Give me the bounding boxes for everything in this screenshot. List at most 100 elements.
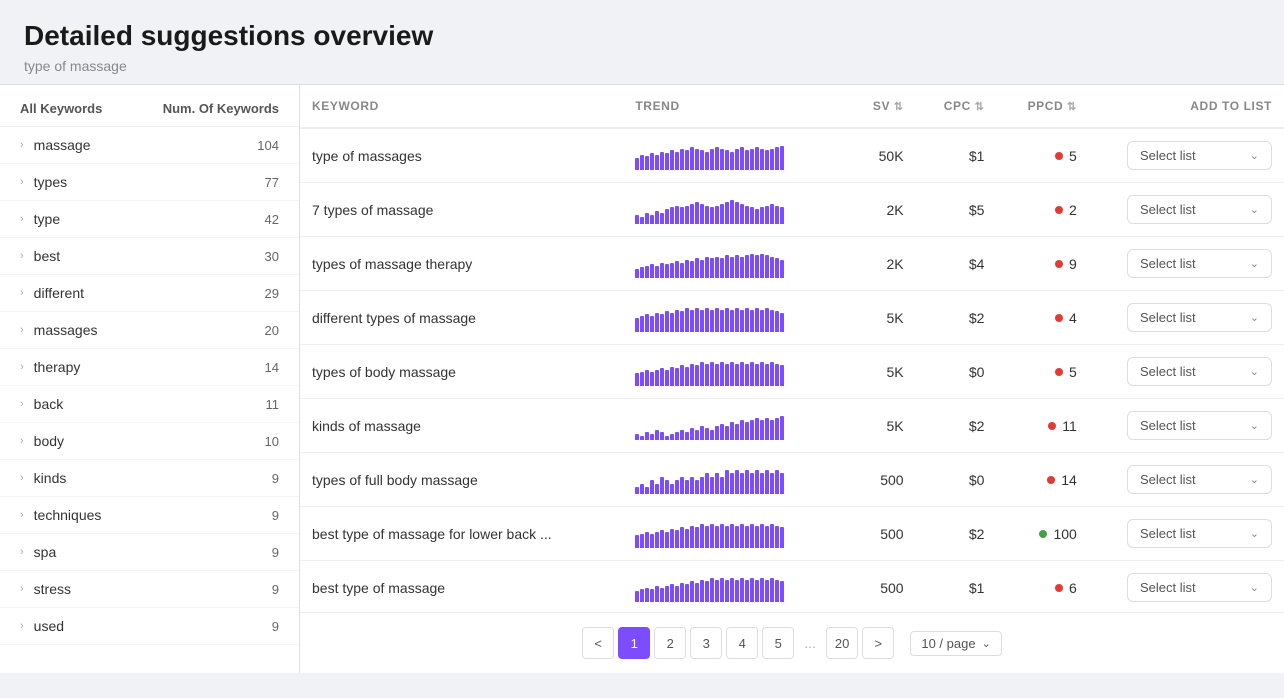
trend-bar <box>690 581 694 602</box>
trend-bar <box>710 207 714 224</box>
trend-bar <box>685 432 689 440</box>
sidebar-item[interactable]: › kinds 9 <box>0 460 299 497</box>
trend-bar <box>670 529 674 548</box>
pagination-page-3[interactable]: 3 <box>690 627 722 659</box>
chevron-right-icon: › <box>20 509 24 521</box>
sidebar-item[interactable]: › massage 104 <box>0 127 299 164</box>
trend-bar <box>750 310 754 332</box>
ppcd-dot <box>1055 152 1063 160</box>
sidebar-item-label: spa <box>34 544 272 560</box>
trend-bar <box>755 418 759 440</box>
trend-bar <box>675 432 679 440</box>
trend-bar <box>740 420 744 440</box>
trend-bar <box>655 370 659 386</box>
trend-bar <box>695 583 699 602</box>
trend-bar <box>720 149 724 170</box>
trend-bar <box>690 477 694 494</box>
trend-bar <box>740 204 744 224</box>
per-page-selector[interactable]: 10 / page⌄ <box>910 631 1001 656</box>
trend-bar <box>780 260 784 278</box>
select-list-button[interactable]: Select list ⌄ <box>1127 141 1272 170</box>
trend-bar <box>650 534 654 548</box>
trend-bar <box>715 257 719 278</box>
trend-bar <box>735 580 739 602</box>
trend-bar <box>635 591 639 602</box>
chevron-down-icon: ⌄ <box>1250 527 1259 540</box>
select-list-button[interactable]: Select list ⌄ <box>1127 249 1272 278</box>
keyword-text: kinds of massage <box>312 418 421 434</box>
trend-bar <box>680 365 684 386</box>
select-list-button[interactable]: Select list ⌄ <box>1127 195 1272 224</box>
trend-bar <box>750 578 754 602</box>
trend-bar <box>655 313 659 332</box>
sidebar-item[interactable]: › spa 9 <box>0 534 299 571</box>
sidebar-item[interactable]: › techniques 9 <box>0 497 299 534</box>
trend-bar <box>665 370 669 386</box>
sidebar-item[interactable]: › therapy 14 <box>0 349 299 386</box>
ppcd-value: 4 <box>1069 310 1077 326</box>
col-header-cpc[interactable]: CPC <box>916 85 997 128</box>
select-list-button[interactable]: Select list ⌄ <box>1127 519 1272 548</box>
sidebar-item[interactable]: › massages 20 <box>0 312 299 349</box>
chevron-right-icon: › <box>20 435 24 447</box>
col-header-ppcd[interactable]: PPCD <box>996 85 1088 128</box>
trend-bar <box>655 266 659 278</box>
ppcd-value: 14 <box>1061 472 1077 488</box>
pagination-page-4[interactable]: 4 <box>726 627 758 659</box>
trend-bar <box>675 368 679 386</box>
trend-bar <box>720 477 724 494</box>
sidebar-item-label: types <box>34 174 265 190</box>
trend-bar <box>695 202 699 224</box>
trend-bar <box>725 426 729 440</box>
trend-bar <box>720 424 724 440</box>
trend-bar <box>665 532 669 548</box>
trend-bar <box>730 152 734 170</box>
trend-bar <box>640 372 644 386</box>
trend-bar <box>740 578 744 602</box>
sv-value: 2K <box>823 183 915 237</box>
sidebar-item[interactable]: › body 10 <box>0 423 299 460</box>
sidebar-item[interactable]: › type 42 <box>0 201 299 238</box>
trend-chart <box>635 142 811 170</box>
sidebar-item[interactable]: › back 11 <box>0 386 299 423</box>
ppcd-dot <box>1055 260 1063 268</box>
trend-bar <box>730 310 734 332</box>
trend-bar <box>760 524 764 548</box>
pagination-page-2[interactable]: 2 <box>654 627 686 659</box>
sidebar-item[interactable]: › stress 9 <box>0 571 299 608</box>
pagination-page-5[interactable]: 5 <box>762 627 794 659</box>
trend-bar <box>675 586 679 602</box>
trend-bar <box>750 207 754 224</box>
select-list-button[interactable]: Select list ⌄ <box>1127 573 1272 602</box>
sidebar-item[interactable]: › different 29 <box>0 275 299 312</box>
trend-bar <box>705 308 709 332</box>
table-container: KEYWORD TREND SV CPC PPCD ADD TO LIST ty… <box>300 85 1284 612</box>
select-list-button[interactable]: Select list ⌄ <box>1127 303 1272 332</box>
ppcd-value: 100 <box>1053 526 1076 542</box>
select-list-button[interactable]: Select list ⌄ <box>1127 411 1272 440</box>
trend-chart <box>635 196 811 224</box>
ppcd-dot <box>1055 206 1063 214</box>
select-list-button[interactable]: Select list ⌄ <box>1127 357 1272 386</box>
trend-bar <box>750 149 754 170</box>
sidebar-item[interactable]: › used 9 <box>0 608 299 645</box>
trend-bar <box>645 532 649 548</box>
pagination-page-1[interactable]: 1 <box>618 627 650 659</box>
trend-bar <box>765 526 769 548</box>
sidebar-item-count: 42 <box>265 212 279 227</box>
trend-bar <box>645 314 649 332</box>
trend-bar <box>720 578 724 602</box>
trend-bar <box>715 526 719 548</box>
col-header-sv[interactable]: SV <box>823 85 915 128</box>
cpc-value: $2 <box>916 399 997 453</box>
pagination-next[interactable]: > <box>862 627 894 659</box>
pagination-prev[interactable]: < <box>582 627 614 659</box>
trend-bar <box>780 207 784 224</box>
trend-bar <box>705 152 709 170</box>
sidebar-item-label: stress <box>34 581 272 597</box>
select-list-button[interactable]: Select list ⌄ <box>1127 465 1272 494</box>
sidebar-item[interactable]: › types 77 <box>0 164 299 201</box>
trend-bar <box>645 266 649 278</box>
sidebar-item[interactable]: › best 30 <box>0 238 299 275</box>
pagination-last-page[interactable]: 20 <box>826 627 858 659</box>
